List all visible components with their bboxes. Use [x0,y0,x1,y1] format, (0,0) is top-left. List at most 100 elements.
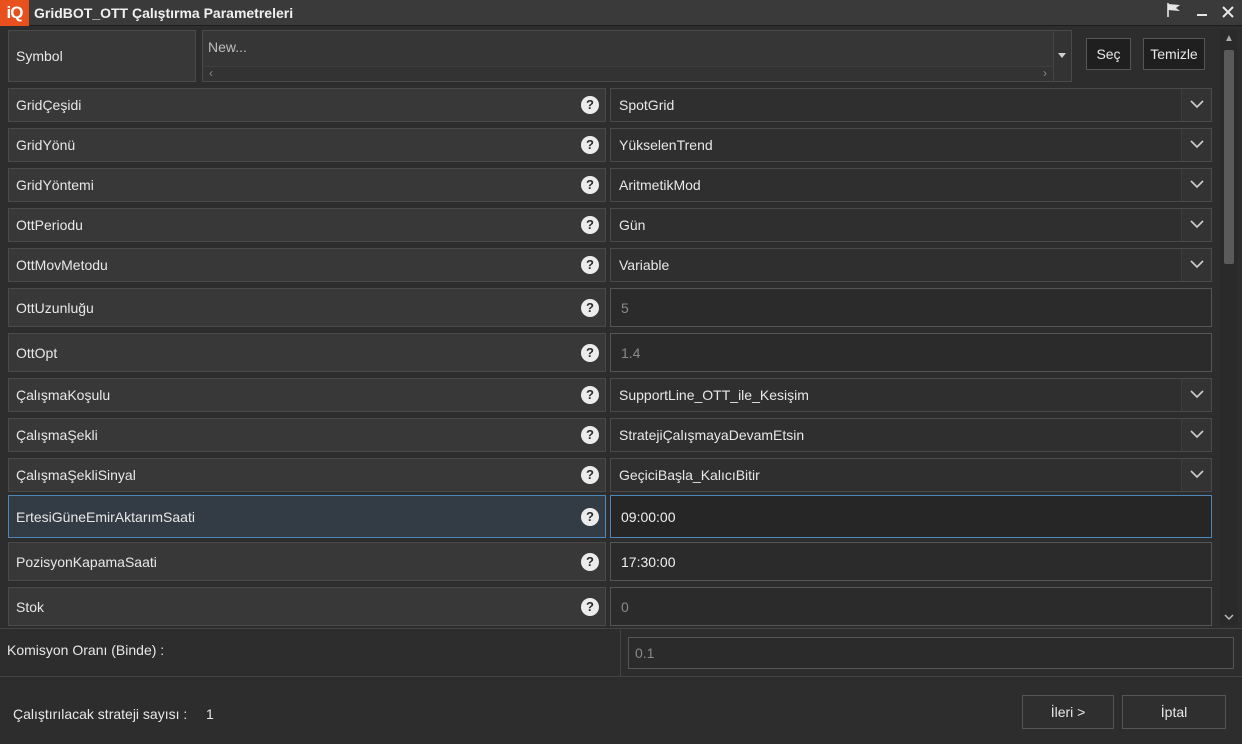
param-label-cell: ÇalışmaKoşulu? [8,378,606,412]
param-row: ÇalışmaKoşulu? SupportLine_OTT_ile_Kesişi… [8,378,1212,412]
commission-input[interactable]: 0.1 [628,637,1234,669]
param-row: Stok? 0 [8,587,1212,626]
param-input[interactable]: 09:00:00 [610,495,1212,538]
symbol-label: Symbol [16,48,63,64]
param-label-cell: OttUzunluğu? [8,288,606,327]
help-icon[interactable]: ? [581,256,599,274]
param-label: OttMovMetodu [16,257,108,273]
param-value: StratejiÇalışmayaDevamEtsin [619,427,805,443]
param-value: AritmetikMod [619,177,701,193]
scroll-right-icon[interactable]: › [1043,66,1047,80]
param-value: Gün [619,217,646,233]
param-dropdown[interactable]: AritmetikMod [610,168,1212,202]
param-label: OttPeriodu [16,217,83,233]
param-value: Variable [619,257,670,273]
app-logo: iQ [0,0,29,26]
param-label: GridYönü [16,137,76,153]
help-icon[interactable]: ? [581,298,599,317]
param-label-cell: OttPeriodu? [8,208,606,242]
symbol-dropdown-button[interactable] [1053,31,1071,81]
help-icon[interactable]: ? [581,176,599,194]
close-button[interactable] [1216,2,1240,24]
chevron-down-icon[interactable] [1181,249,1211,281]
commission-value: 0.1 [635,645,655,661]
param-label-cell: GridÇeşidi? [8,88,606,122]
param-label-cell: ÇalışmaŞekliSinyal? [8,458,606,492]
vertical-scrollbar[interactable]: ▲ [1220,30,1238,626]
param-value: GeçiciBaşla_KalıcıBitir [619,467,760,483]
minimize-button[interactable] [1190,2,1214,24]
param-label: ErtesiGüneEmirAktarımSaati [16,508,195,525]
chevron-down-icon[interactable] [1181,419,1211,451]
param-input[interactable]: 1.4 [610,333,1212,372]
param-value: YükselenTrend [619,137,713,153]
title-bar: iQ GridBOT_OTT Çalıştırma Parametreleri [0,0,1242,26]
param-dropdown[interactable]: GeçiciBaşla_KalıcıBitir [610,458,1212,492]
param-label: Stok [16,598,45,615]
param-input[interactable]: 0 [610,587,1212,626]
param-dropdown[interactable]: YükselenTrend [610,128,1212,162]
param-label-cell: GridYönü? [8,128,606,162]
help-icon[interactable]: ? [581,386,599,404]
content-area: Symbol New... ‹ › Seç Temizle GridÇeşidi… [0,26,1242,744]
chevron-down-icon[interactable] [1181,129,1211,161]
param-label-cell: OttMovMetodu? [8,248,606,282]
strategy-count-value: 1 [206,706,214,722]
symbol-input[interactable]: New... ‹ › [202,30,1072,82]
param-row: ErtesiGüneEmirAktarımSaati? 09:00:00 [8,495,1212,538]
scroll-up-icon[interactable]: ▲ [1220,32,1238,46]
param-row: ÇalışmaŞekli? StratejiÇalışmayaDevamEtsin [8,418,1212,452]
param-row: GridÇeşidi? SpotGrid [8,88,1212,122]
chevron-down-icon[interactable] [1181,89,1211,121]
help-icon[interactable]: ? [581,96,599,114]
param-row: OttMovMetodu? Variable [8,248,1212,282]
symbol-label-cell: Symbol [8,30,196,82]
scroll-left-icon[interactable]: ‹ [209,66,213,80]
help-icon[interactable]: ? [581,136,599,154]
param-dropdown[interactable]: Gün [610,208,1212,242]
param-value: 5 [621,299,629,316]
window-title: GridBOT_OTT Çalıştırma Parametreleri [34,5,294,21]
chevron-down-icon[interactable] [1181,379,1211,411]
help-icon[interactable]: ? [581,507,599,526]
help-icon[interactable]: ? [581,426,599,444]
select-button[interactable]: Seç [1086,38,1131,70]
symbol-placeholder: New... [208,39,247,55]
param-value: 17:30:00 [621,553,676,570]
help-icon[interactable]: ? [581,216,599,234]
help-icon[interactable]: ? [581,466,599,484]
divider [0,676,1242,677]
param-dropdown[interactable]: SpotGrid [610,88,1212,122]
flag-icon[interactable] [1162,2,1186,24]
divider [0,628,1242,629]
chevron-down-icon[interactable] [1181,209,1211,241]
param-dropdown[interactable]: SupportLine_OTT_ile_Kesişim [610,378,1212,412]
param-label-cell: OttOpt? [8,333,606,372]
param-label: OttOpt [16,344,58,361]
chevron-down-icon[interactable] [1181,459,1211,491]
param-input[interactable]: 5 [610,288,1212,327]
help-icon[interactable]: ? [581,552,599,571]
scroll-down-icon[interactable] [1220,612,1238,626]
param-row: OttOpt? 1.4 [8,333,1212,372]
chevron-down-icon[interactable] [1181,169,1211,201]
param-row: ÇalışmaŞekliSinyal? GeçiciBaşla_KalıcıBit… [8,458,1212,492]
help-icon[interactable]: ? [581,343,599,362]
param-dropdown[interactable]: StratejiÇalışmayaDevamEtsin [610,418,1212,452]
next-button[interactable]: İleri > [1022,695,1114,729]
param-value: SpotGrid [619,97,675,113]
param-label: ÇalışmaŞekliSinyal [16,467,136,483]
symbol-horizontal-scrollbar[interactable]: ‹ › [203,66,1053,81]
param-row: GridYönü? YükselenTrend [8,128,1212,162]
param-value: 1.4 [621,344,641,361]
cancel-button[interactable]: İptal [1122,695,1226,729]
param-label: GridÇeşidi [16,97,82,113]
param-label: PozisyonKapamaSaati [16,553,157,570]
param-label-cell: Stok? [8,587,606,626]
scrollbar-thumb[interactable] [1224,50,1234,264]
param-label-cell: GridYöntemi? [8,168,606,202]
param-input[interactable]: 17:30:00 [610,542,1212,581]
clear-button[interactable]: Temizle [1143,38,1205,70]
help-icon[interactable]: ? [581,597,599,616]
param-dropdown[interactable]: Variable [610,248,1212,282]
